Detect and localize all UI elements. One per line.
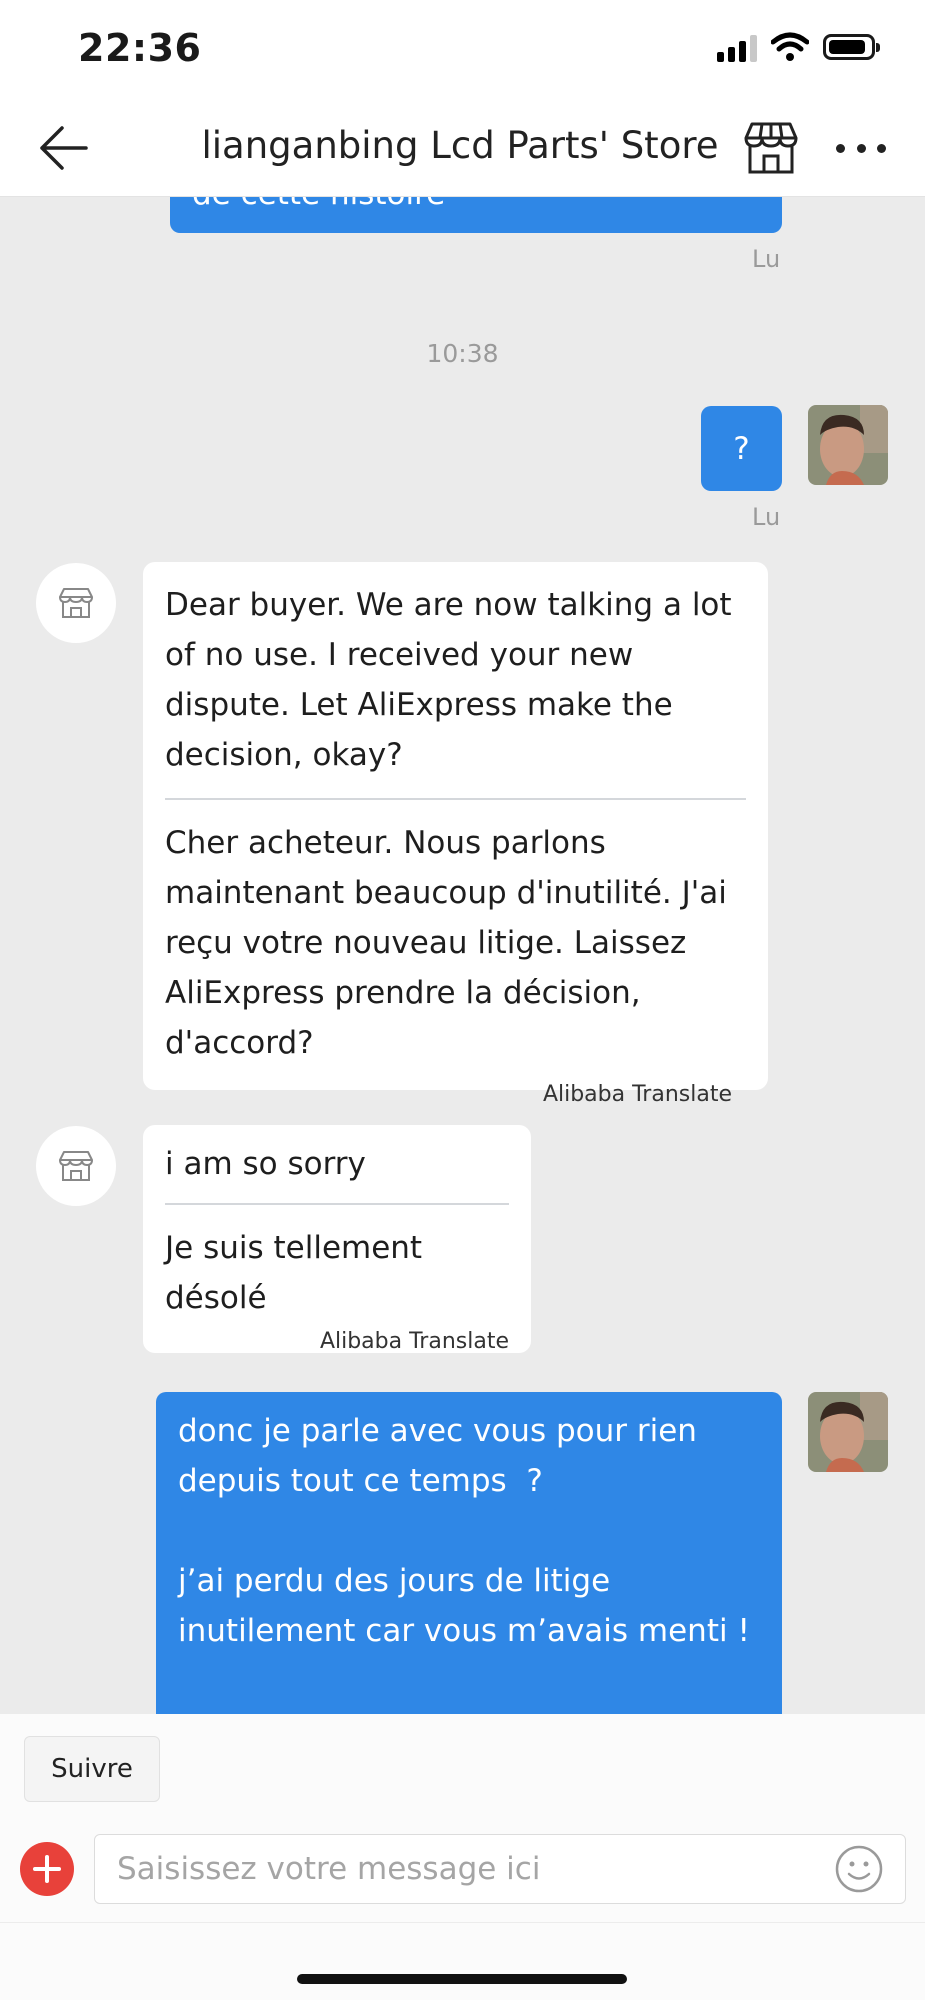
wifi-icon bbox=[771, 32, 809, 61]
composer-area: Suivre Saisissez votre message ici bbox=[0, 1714, 925, 2000]
more-options-button[interactable] bbox=[836, 126, 886, 170]
message-timestamp: 10:38 bbox=[426, 339, 499, 368]
message-bubble-incoming[interactable]: Dear buyer. We are now talking a lot of … bbox=[143, 562, 768, 1107]
store-icon bbox=[744, 122, 798, 174]
translation-source-label: Alibaba Translate bbox=[319, 1329, 509, 1354]
message-text: de cette histoire bbox=[192, 197, 445, 219]
follow-store-button[interactable]: Suivre bbox=[24, 1736, 160, 1802]
status-time: 22:36 bbox=[78, 26, 202, 70]
translated-text: Je suis tellement désolé bbox=[165, 1230, 432, 1316]
add-attachment-button[interactable] bbox=[20, 1842, 74, 1896]
back-button[interactable] bbox=[36, 122, 92, 174]
original-text: i am so sorry bbox=[165, 1146, 366, 1182]
translation-divider bbox=[165, 1203, 509, 1205]
chat-header: lianganbing Lcd Parts' Store bbox=[0, 100, 925, 197]
chat-messages[interactable]: de cette histoire Lu 10:38 ? Lu Dear buy… bbox=[0, 197, 925, 1714]
signal-icon bbox=[717, 32, 757, 62]
message-bubble-incoming[interactable]: i am so sorry Je suis tellement désolé A… bbox=[143, 1125, 531, 1354]
read-status-label: Lu bbox=[752, 245, 781, 273]
home-indicator[interactable] bbox=[297, 1974, 627, 1984]
emoji-button[interactable] bbox=[834, 1844, 884, 1894]
seller-avatar[interactable] bbox=[36, 1126, 116, 1206]
message-text: donc je parle avec vous pour rien depuis… bbox=[178, 1413, 750, 1649]
user-avatar[interactable] bbox=[808, 1392, 888, 1472]
message-text: ? bbox=[733, 430, 750, 467]
seller-avatar[interactable] bbox=[36, 563, 116, 643]
message-input[interactable]: Saisissez votre message ici bbox=[94, 1834, 906, 1904]
more-icon bbox=[836, 143, 845, 153]
translation-source-label: Alibaba Translate bbox=[542, 1082, 732, 1107]
back-arrow-icon bbox=[40, 126, 88, 170]
message-bubble-outgoing[interactable]: ? bbox=[701, 406, 782, 491]
original-text: Dear buyer. We are now talking a lot of … bbox=[165, 587, 742, 773]
status-bar: 22:36 bbox=[0, 0, 925, 100]
emoji-icon bbox=[835, 1845, 883, 1893]
status-icons bbox=[717, 32, 880, 62]
translation-divider bbox=[165, 798, 746, 800]
read-status-label: Lu bbox=[752, 503, 781, 531]
message-bubble-outgoing[interactable]: donc je parle avec vous pour rien depuis… bbox=[156, 1392, 782, 1714]
battery-icon bbox=[823, 34, 880, 60]
store-name-title: lianganbing Lcd Parts' Store bbox=[201, 124, 719, 167]
user-avatar[interactable] bbox=[808, 405, 888, 485]
divider bbox=[0, 1922, 925, 1923]
store-icon bbox=[59, 1151, 93, 1181]
store-button[interactable] bbox=[742, 120, 800, 176]
message-bubble-outgoing[interactable]: de cette histoire bbox=[170, 197, 782, 233]
store-icon bbox=[59, 588, 93, 618]
translated-text: Cher acheteur. Nous parlons maintenant b… bbox=[165, 825, 737, 1061]
